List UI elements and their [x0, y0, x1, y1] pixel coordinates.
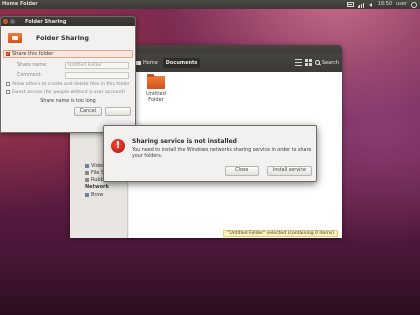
guest-access-checkbox[interactable]: Guest access (for people without a user … [1, 88, 135, 96]
active-app-title: Home Folder [2, 1, 38, 7]
network-signal-icon[interactable] [357, 2, 364, 8]
error-dialog-buttons: Close Install service [224, 166, 312, 176]
close-button[interactable]: Close [224, 166, 259, 176]
system-tray: 18:50 user [346, 0, 420, 9]
dialog-header: Folder Sharing [1, 29, 135, 47]
power-icon[interactable] [411, 1, 417, 8]
minimize-icon[interactable] [10, 19, 15, 24]
folder-label: Untitled Folder [146, 91, 166, 103]
path-home-label: Home [143, 59, 158, 66]
checkbox-icon [6, 90, 10, 94]
user-menu[interactable]: user [396, 0, 407, 9]
sidebar-item-label: Rubb [91, 176, 104, 183]
guest-access-label: Guest access (for people without a user … [12, 89, 126, 95]
file-system-icon [85, 170, 89, 175]
sidebar-item-browse-network[interactable]: Brow [70, 191, 127, 198]
trash-icon [85, 177, 89, 182]
checkbox-icon [6, 82, 10, 86]
path-documents-button[interactable]: Documents [162, 57, 201, 68]
network-icon [85, 192, 89, 197]
create-share-button[interactable] [105, 107, 131, 116]
share-name-label: Share name: [17, 62, 48, 68]
sharing-error-dialog: ! Sharing service is not installed You n… [103, 125, 317, 182]
error-message: You need to install the Windows networks… [132, 148, 312, 159]
share-this-folder-checkbox[interactable]: ✓ Share this folder [3, 50, 133, 58]
clock[interactable]: 18:50 [378, 0, 392, 9]
shared-folder-icon [8, 33, 22, 43]
dialog-title: Folder Sharing [36, 34, 89, 42]
checkbox-checked-icon: ✓ [6, 51, 10, 56]
allow-others-checkbox[interactable]: Allow others to create and delete files … [1, 80, 135, 88]
folder-item[interactable]: Untitled Folder [139, 74, 173, 103]
path-home-button[interactable]: Home [133, 58, 161, 68]
error-icon: ! [111, 139, 125, 153]
sidebar-heading-network: Network [85, 184, 109, 190]
install-service-button[interactable]: Install service [266, 166, 312, 176]
home-icon [136, 60, 141, 65]
folder-icon [147, 74, 165, 89]
comment-label: Comment: [17, 72, 43, 78]
search-button[interactable]: Search [314, 59, 339, 66]
mail-icon[interactable] [346, 2, 354, 7]
window-title: Folder Sharing [25, 18, 67, 25]
folder-sharing-dialog: × Folder Sharing Folder Sharing ✓ Share … [0, 16, 136, 133]
search-label: Search [321, 59, 339, 66]
dialog-titlebar[interactable]: × Folder Sharing [1, 17, 135, 26]
comment-row: Comment: [1, 70, 135, 80]
sidebar-item-label: Brow [91, 191, 104, 198]
share-this-folder-label: Share this folder [12, 51, 54, 57]
share-name-field[interactable]: Untitled Folder [65, 61, 129, 69]
share-name-error: Share name is too long [40, 99, 96, 104]
error-title: Sharing service is not installed [132, 138, 237, 145]
search-icon [314, 60, 320, 65]
volume-icon[interactable] [368, 2, 374, 8]
cancel-button[interactable]: Cancel [73, 107, 102, 116]
top-panel: Home Folder 18:50 user [0, 0, 420, 9]
list-view-icon[interactable] [294, 59, 302, 66]
dialog-buttons: Cancel [1, 107, 135, 116]
comment-field[interactable] [65, 71, 129, 79]
video-icon [85, 163, 89, 168]
share-name-row: Share name: Untitled Folder [1, 60, 135, 70]
icon-view-icon[interactable] [304, 59, 312, 66]
status-overlay: "Untitled Folder" selected (containing 0… [223, 230, 338, 237]
allow-others-label: Allow others to create and delete files … [12, 81, 130, 87]
close-icon[interactable]: × [3, 19, 8, 24]
